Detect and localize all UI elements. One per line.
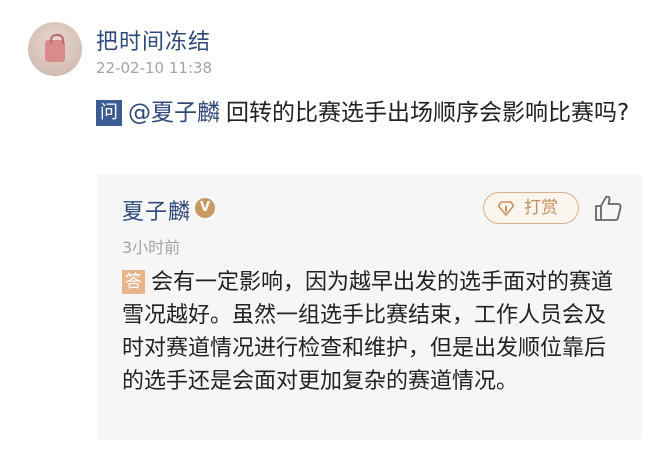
answerer-name[interactable]: 夏子麟 (122, 194, 191, 226)
answer-text-block: 答会有一定影响，因为越早出发的选手面对的赛道雪况越好。虽然一组选手比赛结束，工作… (122, 266, 627, 398)
verified-badge: V (195, 198, 215, 218)
question-text-block: 问 @夏子麟 回转的比赛选手出场顺序会影响比赛吗? (96, 96, 656, 130)
answer-text: 会有一定影响，因为越早出发的选手面对的赛道雪况越好。虽然一组选手比赛结束，工作人… (122, 270, 614, 394)
answer-card: 夏子麟 V 3小时前 打赏 答会有一定影响，因为越早出发的选手面对的赛道雪况越好… (97, 174, 642, 440)
author-avatar[interactable] (28, 22, 82, 76)
reward-button[interactable]: 打赏 (483, 192, 579, 224)
reward-label: 打赏 (524, 198, 558, 218)
question-text: 回转的比赛选手出场顺序会影响比赛吗? (226, 100, 630, 126)
thumbs-up-icon[interactable] (593, 194, 623, 222)
author-name[interactable]: 把时间冻结 (96, 24, 211, 56)
mention-link[interactable]: @夏子麟 (128, 100, 220, 126)
answer-time: 3小时前 (122, 238, 181, 257)
diamond-icon (498, 201, 514, 216)
post-timestamp: 22-02-10 11:38 (96, 59, 213, 77)
avatar-image (45, 34, 65, 62)
question-badge: 问 (96, 100, 122, 126)
answer-badge: 答 (122, 270, 145, 294)
